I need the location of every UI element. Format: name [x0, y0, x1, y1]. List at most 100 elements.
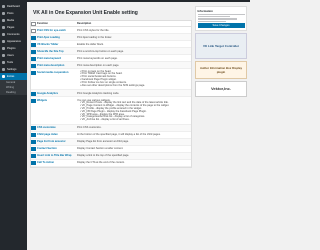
sidebar-item-appearance[interactable]: Appearance: [0, 38, 27, 45]
function-description: Print meta description on each page.: [76, 62, 191, 68]
page-icon: [2, 26, 5, 29]
header-description: Description: [77, 22, 92, 25]
function-description: Print meta keywords on each page.: [76, 55, 191, 61]
enable-checkbox[interactable]: [31, 98, 36, 104]
enable-checkbox[interactable]: [31, 147, 36, 152]
function-description: Enable the slider block.: [76, 41, 191, 47]
gear-icon: [2, 75, 5, 78]
function-description: Print og tags on the head.Print Twitter …: [76, 69, 191, 89]
description-text: At the bottom of the specified page, it …: [77, 133, 161, 137]
submenu-item-label: Reading: [6, 91, 16, 94]
function-description: At the bottom of the specified page, it …: [76, 132, 191, 138]
table-row: Insert Link to Title Bar Wrap Display a l…: [31, 152, 191, 160]
description-text: Print Ajax loading in the footer.: [77, 35, 113, 39]
submenu-item[interactable]: Reading: [0, 90, 27, 95]
description-text: Enable the slider block.: [77, 42, 104, 46]
function-description: Print CSS customize.: [76, 125, 191, 131]
select-all-checkbox[interactable]: [31, 22, 36, 27]
settings-icon: [2, 68, 5, 71]
comment-icon: [2, 33, 5, 36]
sidebar-item-posts[interactable]: Posts: [0, 10, 27, 17]
plug-icon: [2, 47, 5, 50]
enable-checkbox[interactable]: [31, 63, 36, 68]
sidebar-item-pages[interactable]: Pages: [0, 24, 27, 31]
sidebar-item-plugins[interactable]: Plugins: [0, 45, 27, 52]
table-body: Print CSS for eye-catch Print CSS styles …: [31, 27, 191, 167]
vektor-logo[interactable]: Vektor,Inc.: [195, 80, 247, 97]
bullet-item: Also set other descriptions from the SNS…: [80, 84, 190, 88]
sidebar-item-label: Users: [7, 54, 14, 57]
function-description: Print Google Analytics tracking code.: [76, 90, 191, 96]
sidebar-item-label: Dashboard: [7, 5, 20, 8]
sidebar-item-dashboard[interactable]: Dashboard: [0, 3, 27, 10]
function-name: Insert Link to Title Bar Wrap: [37, 154, 72, 158]
description-text: Display Page list from ancestor at child…: [77, 140, 129, 144]
enable-checkbox[interactable]: [31, 161, 36, 166]
enable-checkbox[interactable]: [31, 42, 36, 47]
submenu-item-label: Writing: [6, 86, 15, 89]
enable-checkbox[interactable]: [31, 154, 36, 159]
description-text: Print meta keywords on each page.: [77, 56, 118, 60]
sidebar-item-users[interactable]: Users: [0, 52, 27, 59]
main-content: VK All in One Expansion Unit Enable sett…: [30, 4, 192, 168]
function-name: Show Me the Site Top: [37, 49, 64, 53]
enable-checkbox[interactable]: [31, 70, 36, 75]
settings-table: Function Description Print CSS for eye-c…: [30, 20, 192, 168]
sidebar-item-media[interactable]: Media: [0, 17, 27, 24]
function-name: CSS customize: [37, 126, 56, 130]
function-description: Print a scroll-to-top button on each pag…: [76, 48, 191, 54]
info-box: Information Save Changes: [195, 6, 247, 31]
enable-checkbox[interactable]: [31, 49, 36, 54]
enable-checkbox[interactable]: [31, 126, 36, 131]
function-description: Print Ajax loading in the footer.: [76, 34, 191, 40]
sidebar-item-label: Plugins: [7, 47, 16, 50]
sidebar-item-tools[interactable]: Tools: [0, 59, 27, 66]
admin-toolbar: [27, 0, 250, 2]
sidebar-item-label: Settings: [7, 68, 17, 71]
table-row: CSS customize Print CSS customize.: [31, 124, 191, 132]
sidebar-item-label: Extras: [7, 75, 15, 78]
function-name: Google Analytics: [37, 91, 59, 95]
table-row: Child page index At the bottom of the spe…: [31, 132, 191, 139]
media-icon: [2, 19, 5, 22]
users-icon: [2, 54, 5, 57]
description-text: Print Google Analytics tracking code.: [77, 91, 120, 95]
header-function: Function: [37, 22, 48, 25]
function-name: Print Ajax Loading: [37, 35, 60, 39]
sidebar-item-settings[interactable]: Settings: [0, 66, 27, 73]
description-text: Display Contact Section at after content…: [77, 147, 124, 151]
function-description: Display the CTA at the end of the conten…: [76, 160, 191, 166]
sidebar-item-label: Appearance: [7, 40, 21, 43]
function-name: VK Blocks' Slider: [37, 42, 59, 46]
sidebar-item-label: Media: [7, 19, 15, 22]
save-button[interactable]: Save Changes: [197, 23, 245, 29]
enable-checkbox[interactable]: [31, 35, 36, 40]
enable-checkbox[interactable]: [31, 28, 36, 33]
table-row: Social media cooperation Print og tags on…: [31, 69, 191, 91]
description-text: Print a scroll-to-top button on each pag…: [77, 49, 124, 53]
description-text: Print meta description on each page.: [77, 63, 120, 67]
enable-checkbox[interactable]: [31, 91, 36, 97]
table-row: Contact Section Display Contact Section a…: [31, 146, 191, 153]
submenu-item-label: General: [6, 81, 16, 84]
enable-checkbox[interactable]: [31, 133, 36, 138]
table-row: Print CSS for eye-catch Print CSS styles …: [31, 27, 191, 34]
function-name: Widgets: [37, 98, 48, 102]
bullet-item: VK_Archive list - display a list of arch…: [80, 118, 190, 122]
ad-banner-author-box[interactable]: Author Information Box Display plugin: [195, 60, 247, 79]
ad-banner-link-target[interactable]: VK Link Target Controller: [195, 32, 247, 59]
function-name: Social media cooperation: [37, 70, 69, 74]
info-line: [197, 15, 231, 18]
info-line: [197, 20, 226, 23]
right-column: Information Save Changes VK Link Target …: [195, 6, 247, 99]
sidebar-item-extras[interactable]: Extras: [0, 73, 27, 80]
sidebar-item-label: Comments: [7, 33, 20, 36]
brush-icon: [2, 40, 5, 43]
table-row: Print Ajax Loading Print Ajax loading in …: [31, 34, 191, 41]
sidebar-item-comments[interactable]: Comments: [0, 31, 27, 38]
enable-checkbox[interactable]: [31, 140, 36, 145]
description-text: Display the CTA at the end of the conten…: [77, 161, 125, 165]
enable-checkbox[interactable]: [31, 56, 36, 61]
function-name: Contact Section: [37, 147, 57, 151]
table-row: Print meta keyword Print meta keywords on…: [31, 55, 191, 62]
